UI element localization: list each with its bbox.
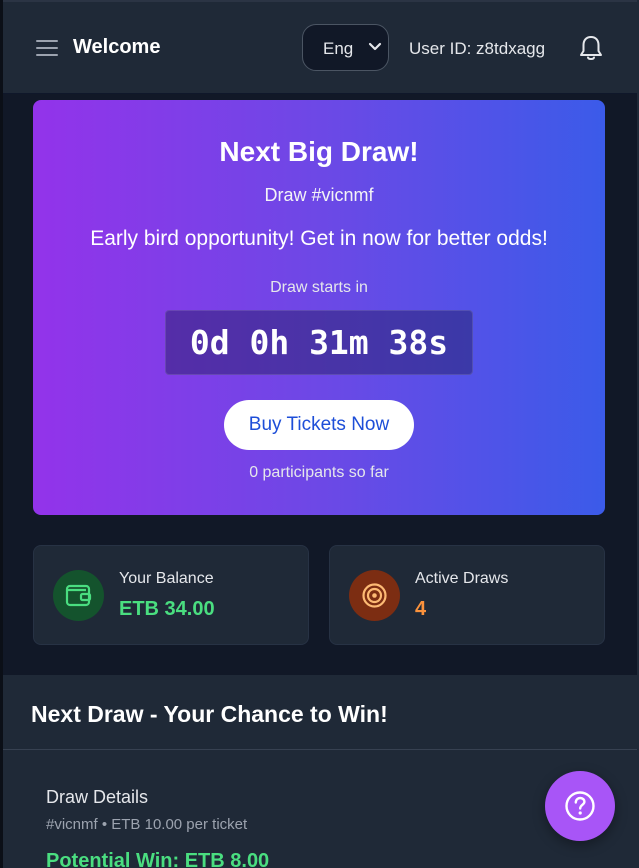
draw-details-title: Draw Details: [46, 787, 149, 807]
language-select-value: Eng: [323, 39, 354, 58]
page-title: Welcome: [73, 36, 161, 58]
hamburger-menu-icon[interactable]: [36, 38, 60, 58]
active-draws-card: Active Draws 4: [329, 545, 605, 645]
next-draw-section: Next Draw - Your Chance to Win! Draw Det…: [3, 675, 637, 868]
potential-win: Potential Win: ETB 8.00: [46, 850, 270, 868]
language-select[interactable]: Eng: [302, 24, 389, 71]
chevron-down-icon: [368, 42, 382, 51]
top-navbar: Welcome Eng User ID: z8tdxagg: [3, 2, 637, 94]
active-draws-label: Active Draws: [415, 570, 509, 587]
countdown-label: Draw starts in: [270, 279, 368, 296]
banner-title: Next Big Draw!: [219, 136, 419, 167]
question-icon: [565, 791, 595, 821]
wallet-icon: [53, 570, 104, 621]
help-button[interactable]: [545, 771, 615, 841]
balance-label: Your Balance: [119, 570, 214, 587]
balance-card: Your Balance ETB 34.00: [33, 545, 309, 645]
banner-message: Early bird opportunity! Get in now for b…: [90, 227, 548, 250]
section-divider: [3, 749, 637, 750]
draw-details-subtitle: #vicnmf • ETB 10.00 per ticket: [46, 816, 248, 833]
buy-tickets-button[interactable]: Buy Tickets Now: [224, 400, 414, 450]
user-id-label: User ID: z8tdxagg: [409, 39, 546, 58]
participants-count: 0 participants so far: [249, 464, 389, 481]
section-title: Next Draw - Your Chance to Win!: [31, 701, 388, 727]
next-big-draw-banner: Next Big Draw! Draw #vicnmf Early bird o…: [33, 100, 605, 515]
balance-value: ETB 34.00: [119, 598, 215, 620]
target-icon: [349, 570, 400, 621]
active-draws-value: 4: [415, 598, 427, 620]
countdown-timer: 0d 0h 31m 38s: [165, 310, 473, 375]
banner-draw-id: Draw #vicnmf: [264, 185, 374, 205]
bell-icon[interactable]: [578, 34, 604, 62]
